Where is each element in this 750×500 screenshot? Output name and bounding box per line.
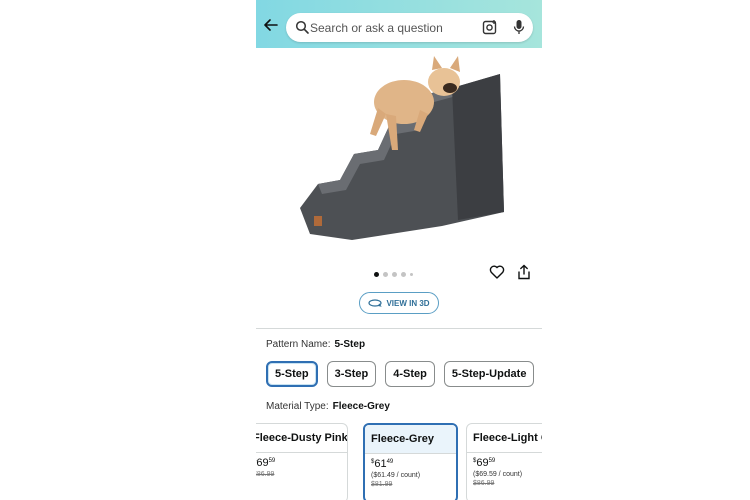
search-placeholder: Search or ask a question [310,21,443,35]
view-in-3d-label: VIEW IN 3D [386,298,430,308]
carousel-dot[interactable] [374,271,379,277]
material-type-row: Material Type: Fleece-Grey [266,401,390,412]
swatch-price: $6959 [256,457,276,469]
material-type-label: Material Type: [266,401,329,412]
carousel-dot[interactable] [401,271,406,277]
image-carousel-dots [374,270,413,278]
camera-scan-icon[interactable] [482,19,498,35]
swatch-per-count: ($69.59 / count) [473,471,523,478]
swatch-price: $6149 [371,458,394,470]
carousel-dot[interactable] [383,271,388,277]
pattern-name-row: Pattern Name: 5-Step [266,339,365,350]
microphone-icon[interactable] [512,19,526,35]
pattern-option-5-step-update[interactable]: 5-Step-Update [443,361,535,387]
back-button[interactable] [262,16,280,34]
search-input[interactable]: Search or ask a question [286,13,533,42]
search-icon [295,20,309,34]
swatch-list-price: $81.99 [371,481,393,488]
pattern-name-label: Pattern Name: [266,339,331,350]
search-header: Search or ask a question [256,0,542,48]
pattern-name-value: 5-Step [334,339,366,350]
3d-rotate-icon [368,299,383,307]
swatch-name: Fleece-Light Grey [467,424,542,453]
pattern-option-5-step[interactable]: 5-Step [266,361,318,387]
swatch-price: $6959 [473,457,496,469]
section-divider [256,328,542,329]
swatch-fleece-dusty-pink[interactable]: Fleece-Dusty Pink $6959 $86.99 [256,423,348,500]
material-type-value: Fleece-Grey [332,401,390,412]
pattern-option-4-step[interactable]: 4-Step [385,361,435,387]
swatch-list-price: $86.99 [256,471,275,478]
carousel-dot[interactable] [392,271,397,277]
carousel-dot[interactable] [410,272,413,276]
share-icon[interactable] [516,264,532,280]
swatch-name: Fleece-Grey [365,425,456,454]
pattern-option-3-step[interactable]: 3-Step [326,361,377,387]
swatch-name: Fleece-Dusty Pink [256,424,347,453]
pattern-options: 5-Step 3-Step 4-Step 5-Step-Update [266,361,535,387]
back-arrow-icon [264,19,278,31]
swatch-list-price: $86.99 [473,480,495,487]
swatch-fleece-grey[interactable]: Fleece-Grey $6149 ($61.49 / count) $81.9… [363,423,458,500]
product-page: Search or ask a question VIEW IN 3D Patt… [256,0,542,500]
view-in-3d-button[interactable]: VIEW IN 3D [359,292,439,314]
material-swatches: Fleece-Dusty Pink $6959 $86.99 Fleece-Gr… [256,423,542,500]
product-image[interactable] [282,50,516,250]
swatch-fleece-light-grey[interactable]: Fleece-Light Grey $6959 ($69.59 / count)… [466,423,542,500]
heart-icon[interactable] [489,264,505,280]
swatch-per-count: ($61.49 / count) [371,472,421,479]
